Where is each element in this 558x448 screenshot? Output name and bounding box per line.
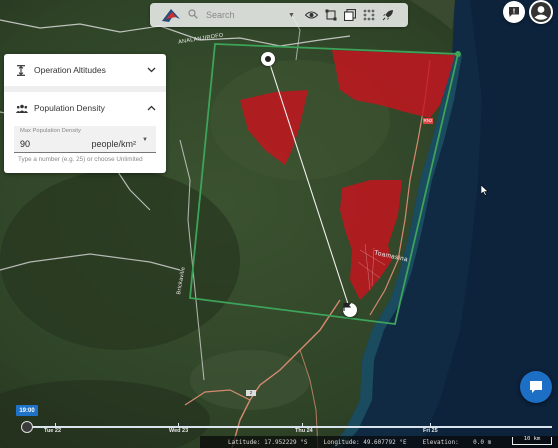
section-label: Operation Altitudes <box>34 65 106 75</box>
timeline-day: Thu 24 <box>295 428 313 434</box>
chevron-down-icon[interactable]: ▼ <box>288 12 295 19</box>
feedback-icon <box>509 7 519 17</box>
elevation-readout: Elevation: 0.0 m <box>422 438 492 446</box>
max-population-density-field[interactable]: Max Population Density 90 people/km² ▼ <box>14 126 156 153</box>
timeline-track[interactable] <box>26 426 552 428</box>
latitude-readout: Latitude: 17.952229 °S <box>228 438 308 446</box>
route-shield-b: RN2 <box>423 118 433 124</box>
timeline-day: Tue 22 <box>44 428 62 434</box>
search-bar: ▼ <box>150 3 408 27</box>
waypoints-icon[interactable] <box>362 8 376 22</box>
time-badge: 19:00 <box>16 405 38 416</box>
timeline-day: Wed 23 <box>169 428 189 434</box>
section-operation-altitudes[interactable]: Operation Altitudes <box>4 54 166 86</box>
field-value[interactable]: 90 <box>20 139 30 149</box>
longitude-readout: Longitude: 49.607792 °E <box>323 438 407 446</box>
search-icon[interactable] <box>188 8 198 22</box>
layers-icon[interactable] <box>343 8 357 22</box>
scale-bar: 10 km <box>512 436 552 445</box>
timeline-handle[interactable] <box>21 421 33 433</box>
account-button[interactable] <box>529 0 553 24</box>
cursor-icon <box>481 185 489 196</box>
population-icon <box>16 104 28 113</box>
account-icon <box>531 2 551 22</box>
timeline[interactable]: 19:00 Tue 22 Wed 23 Thu 24 Fri 25 <box>0 405 558 436</box>
route-shield: 2 <box>246 390 256 396</box>
flag-icon[interactable] <box>343 303 357 317</box>
coordinate-status-bar: Latitude: 17.952229 °S Longitude: 49.607… <box>200 436 558 448</box>
field-unit: people/km² <box>91 139 136 149</box>
chat-icon <box>530 381 542 393</box>
feedback-button[interactable] <box>503 1 525 23</box>
logo-icon[interactable] <box>160 5 182 25</box>
dropdown-arrow-icon[interactable]: ▼ <box>142 137 148 143</box>
chevron-up-icon[interactable] <box>147 103 156 113</box>
altitude-icon <box>16 64 28 76</box>
eye-icon[interactable] <box>305 8 319 22</box>
timeline-day: Fri 25 <box>423 428 438 434</box>
chevron-down-icon[interactable] <box>147 65 156 75</box>
search-input[interactable] <box>204 9 286 21</box>
section-population-density[interactable]: Population Density <box>4 92 166 124</box>
helper-text: Type a number (e.g. 25) or choose Unlimi… <box>18 156 143 163</box>
start-marker[interactable] <box>261 52 275 66</box>
field-label: Max Population Density <box>20 128 81 134</box>
section-label: Population Density <box>34 103 105 113</box>
area-select-icon[interactable] <box>324 8 338 22</box>
settings-panel: Operation Altitudes Population Density M… <box>4 54 166 173</box>
rocket-icon[interactable] <box>381 8 395 22</box>
chat-button[interactable] <box>520 371 552 403</box>
